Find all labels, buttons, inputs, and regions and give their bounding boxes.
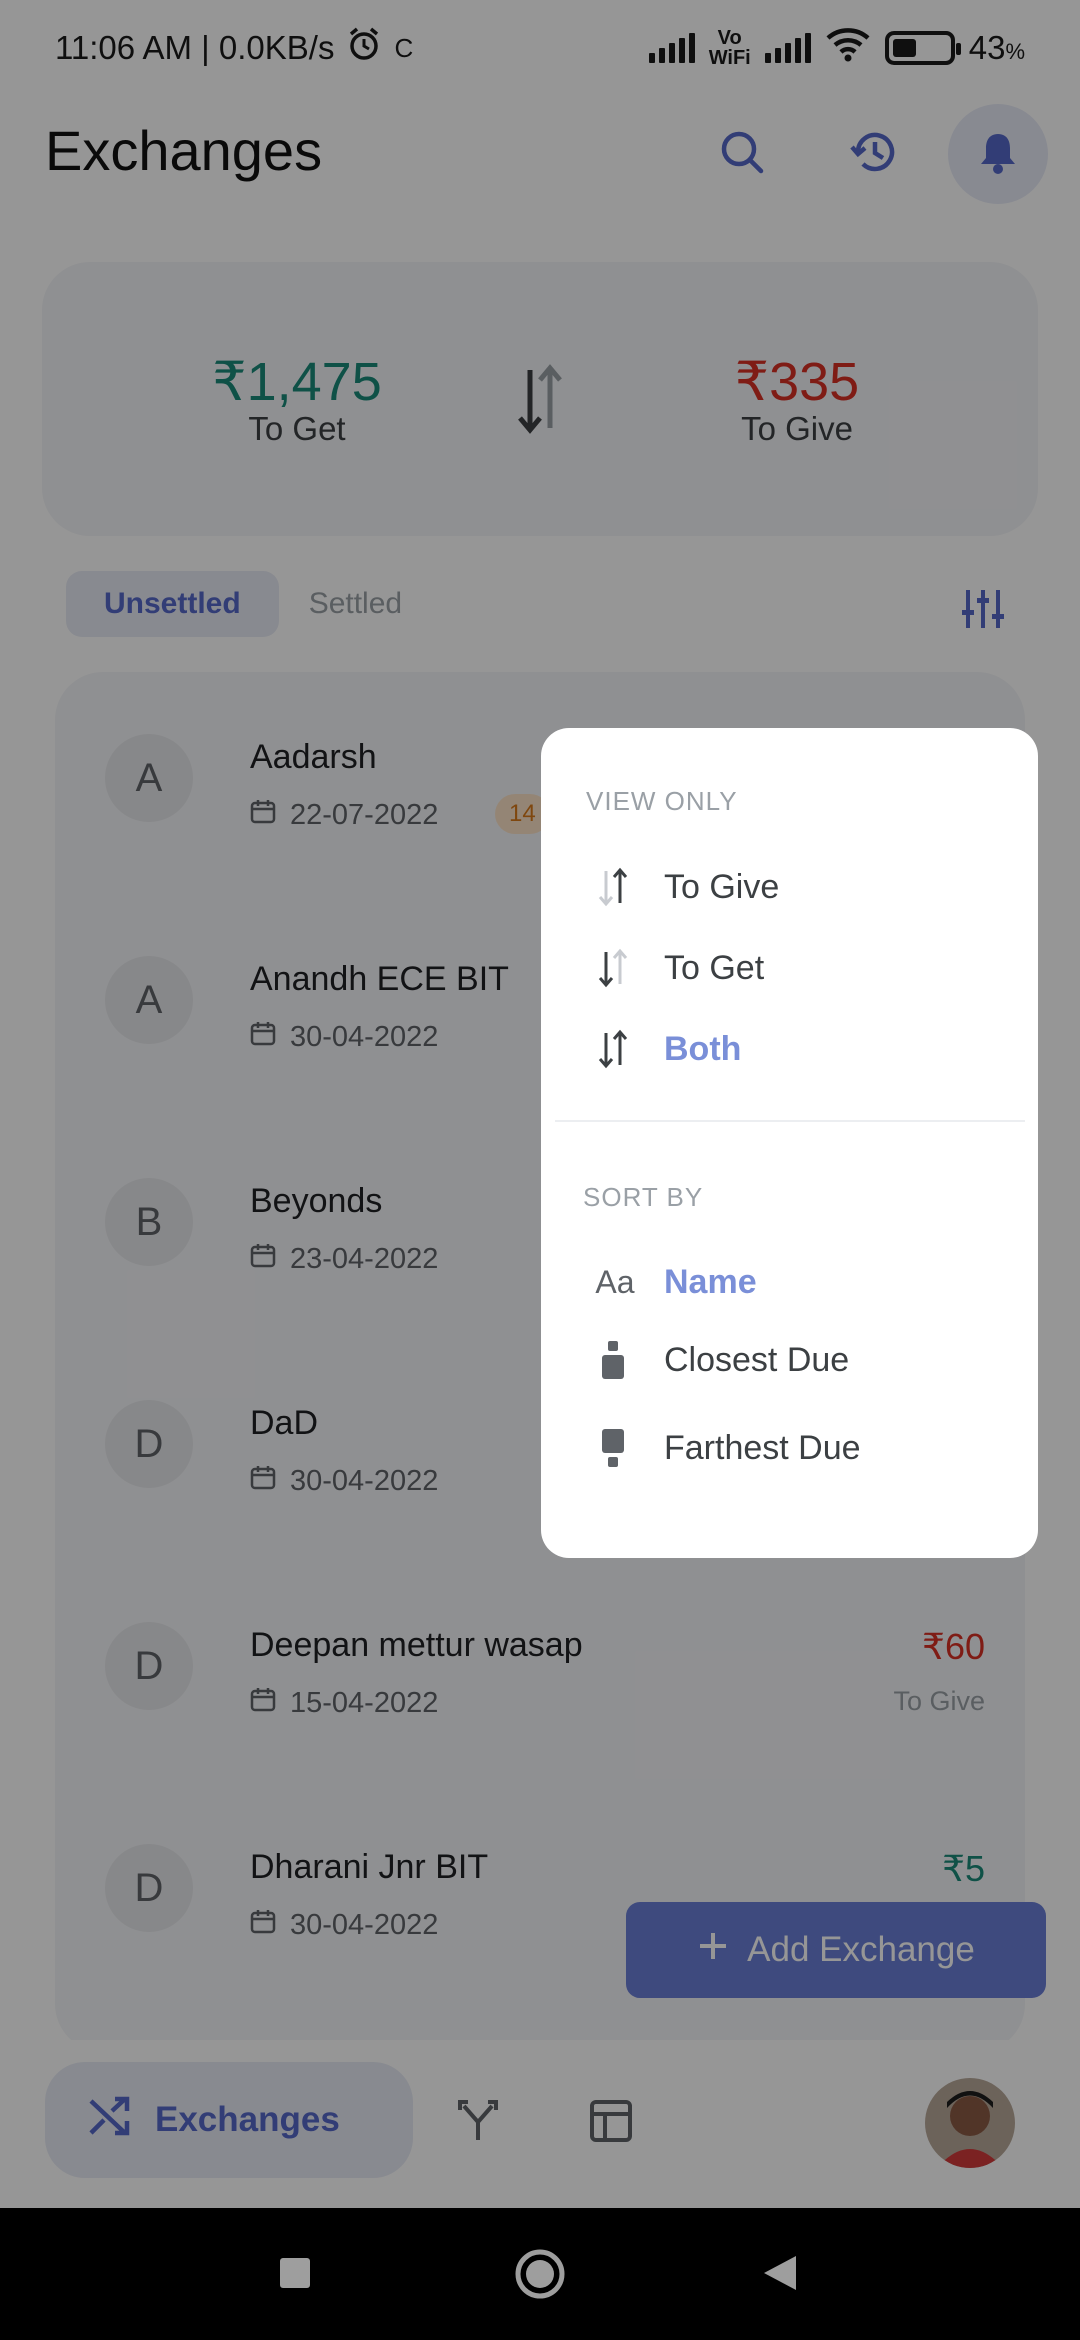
to-give-arrows-icon — [593, 867, 633, 907]
recents-button[interactable] — [278, 2256, 312, 2295]
to-give-label: To Give — [664, 867, 780, 906]
view-sort-menu: VIEW ONLY To Give To Get Both SORT BY Aa… — [541, 728, 1038, 1558]
square-icon — [278, 2258, 312, 2294]
back-button[interactable] — [762, 2254, 798, 2297]
sort-option-closest-due[interactable]: Closest Due — [541, 1320, 1038, 1400]
farthest-due-icon — [593, 1428, 633, 1468]
name-label: Name — [664, 1262, 757, 1301]
both-label: Both — [664, 1029, 742, 1068]
closest-due-icon — [593, 1340, 633, 1380]
circle-icon — [514, 2249, 566, 2304]
farthest-due-label: Farthest Due — [664, 1428, 861, 1467]
menu-divider — [555, 1120, 1025, 1122]
both-arrows-icon — [593, 1029, 633, 1069]
sort-option-farthest-due[interactable]: Farthest Due — [541, 1408, 1038, 1488]
to-get-arrows-icon — [593, 948, 633, 988]
closest-due-label: Closest Due — [664, 1340, 850, 1379]
view-only-heading: VIEW ONLY — [586, 786, 738, 816]
system-navigation-bar — [0, 2208, 1080, 2340]
home-button[interactable] — [514, 2248, 566, 2305]
view-option-to-give[interactable]: To Give — [541, 847, 1038, 927]
sort-option-name[interactable]: Aa Name — [541, 1242, 1038, 1322]
view-option-both[interactable]: Both — [541, 1009, 1038, 1089]
alphabet-icon: Aa — [595, 1263, 635, 1300]
view-option-to-get[interactable]: To Get — [541, 928, 1038, 1008]
sort-by-heading: SORT BY — [583, 1182, 704, 1212]
back-triangle-icon — [762, 2256, 798, 2296]
to-get-label: To Get — [664, 948, 765, 987]
